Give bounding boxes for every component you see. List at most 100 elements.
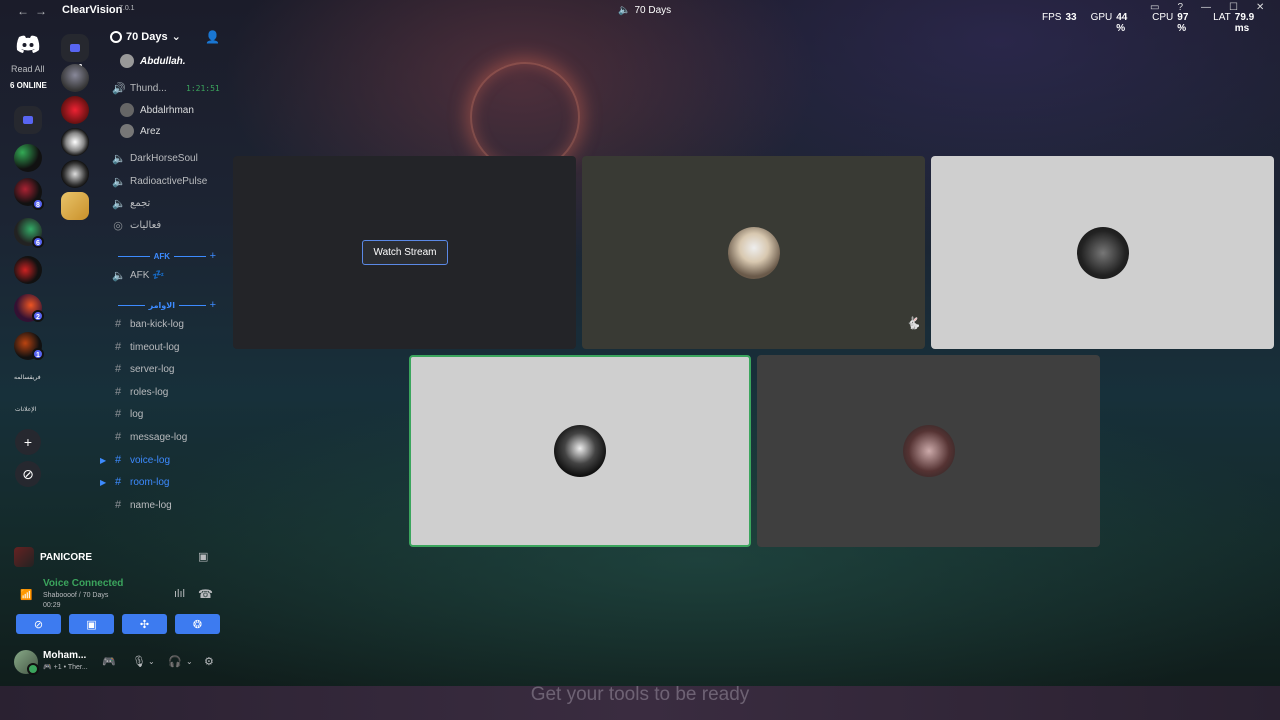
gamepad-icon[interactable]: 🎮 [102, 655, 116, 668]
avatar [120, 54, 134, 68]
camera-off-button[interactable]: ⊘ [16, 614, 61, 634]
server-folder-column-2[interactable] [61, 34, 89, 62]
text-channel-unread[interactable]: ▶ # room-log [100, 473, 170, 491]
avatar[interactable] [14, 650, 39, 675]
voice-user[interactable]: Abdalrhman [120, 101, 194, 119]
soundboard-button[interactable]: ❂ [175, 614, 220, 634]
gpu-value: 44 % [1116, 12, 1128, 34]
activities-button[interactable]: ✣ [122, 614, 167, 634]
add-channel-icon[interactable]: + [210, 299, 216, 311]
participant-tile[interactable] [931, 156, 1274, 349]
channel-name: voice-log [130, 454, 171, 466]
speaker-icon: 🔈 [112, 175, 126, 188]
text-channel-unread[interactable]: ▶ # voice-log [100, 451, 171, 469]
back-arrow-icon[interactable]: ← [16, 4, 30, 18]
participant-tile[interactable] [582, 156, 925, 349]
fps-value: 33 [1065, 12, 1077, 23]
help-icon[interactable]: ? [1177, 2, 1183, 13]
server-icon[interactable] [61, 160, 89, 188]
unread-indicator-icon: ▶ [100, 455, 107, 465]
close-icon[interactable]: ✕ [1256, 2, 1264, 13]
voice-user-name: Abdalrhman [140, 104, 194, 116]
headphones-icon[interactable]: 🎧 [168, 655, 182, 668]
server-label-a[interactable]: فريقسالمه [14, 374, 41, 381]
text-channel[interactable]: # server-log [112, 360, 175, 378]
chevron-down-icon[interactable]: ⌄ [186, 657, 193, 666]
performance-stats: FPS 33 GPU 44 % CPU 97 % LAT 79.9 ms [1042, 12, 1280, 34]
activity-panel[interactable]: PANICORE ▣ [14, 544, 214, 570]
participant-tile-speaking[interactable] [409, 355, 751, 547]
chevron-down-icon[interactable]: ⌄ [148, 657, 155, 666]
category-afk[interactable]: AFK + [114, 249, 216, 263]
channel-name: roles-log [130, 386, 169, 398]
hash-icon: # [114, 341, 122, 353]
discord-logo-icon[interactable] [15, 34, 41, 54]
voice-channel[interactable]: 🔈 RadioactivePulse [112, 172, 207, 190]
channel-name: RadioactivePulse [130, 175, 208, 187]
signal-icon[interactable]: 📶 [20, 590, 34, 604]
forward-arrow-icon[interactable]: → [34, 4, 48, 18]
server-label-b[interactable]: الإعلانات [15, 406, 36, 413]
server-boost-icon [110, 30, 122, 43]
text-channel[interactable]: # roles-log [112, 383, 168, 401]
participant-tile[interactable] [757, 355, 1100, 547]
stage-channel[interactable]: ◎ فعاليات [112, 216, 161, 234]
divider [118, 255, 150, 257]
title-bar: ← → ClearVision 7.0.1 🔈 70 Days FPS 33 G… [0, 0, 1280, 34]
channel-name: DarkHorseSoul [130, 152, 198, 164]
channel-name: message-log [130, 431, 188, 443]
video-caption: Get your tools to be ready [530, 684, 750, 705]
voice-channel[interactable]: 🔈 AFK 💤 [112, 266, 165, 284]
voice-connection-panel: 📶 Voice Connected Shaboooof / 70 Days 00… [14, 576, 214, 612]
speaker-icon: 🔊 [112, 82, 126, 95]
divider [174, 255, 206, 257]
microphone-icon[interactable]: 🎙 [132, 655, 146, 668]
avatar [902, 425, 955, 477]
folder-icon [70, 44, 80, 52]
server-icon[interactable] [61, 192, 89, 220]
voice-channel[interactable]: 🔊 Thund... [112, 79, 167, 97]
server-folder-2[interactable] [14, 144, 42, 172]
category-name: AFK [153, 251, 171, 261]
text-channel[interactable]: # name-log [112, 496, 172, 514]
text-channel[interactable]: # message-log [112, 428, 187, 446]
text-channel[interactable]: # ban-kick-log [112, 315, 184, 333]
speaker-icon: 🔈 [618, 5, 631, 16]
voice-user[interactable]: Arez [120, 122, 161, 140]
lat-label: LAT [1213, 12, 1231, 23]
game-thumbnail [14, 547, 34, 567]
server-folder-1[interactable] [14, 106, 42, 134]
add-server-button[interactable]: + [15, 429, 41, 455]
maximize-icon[interactable]: ☐ [1229, 2, 1238, 13]
channel-name: room-log [130, 476, 170, 488]
gear-icon[interactable]: ⚙ [204, 655, 214, 668]
user-panel[interactable]: Moham... 🎮 +1 • Ther... 🎮 🎙 ⌄ 🎧 ⌄ ⚙ [14, 648, 228, 676]
voice-location[interactable]: Shaboooof / 70 Days [43, 592, 108, 599]
read-all-link[interactable]: Read All [11, 64, 45, 74]
noise-suppression-icon[interactable]: ılıl [174, 588, 185, 600]
server-folder-5[interactable] [14, 256, 42, 284]
text-channel[interactable]: # log [112, 405, 143, 423]
watch-stream-button[interactable]: Watch Stream [362, 240, 448, 265]
chevron-down-icon: ⌄ [171, 31, 181, 43]
category-commands[interactable]: الاوامر + [114, 298, 216, 312]
screen-share-icon[interactable]: ▣ [198, 550, 208, 563]
server-icon[interactable] [61, 64, 89, 92]
explore-servers-icon[interactable]: ⊘ [15, 461, 41, 487]
voice-status[interactable]: Voice Connected [43, 578, 123, 589]
server-icon[interactable] [61, 96, 89, 124]
server-header[interactable]: 70 Days ⌄ [110, 30, 181, 43]
disconnect-icon[interactable]: ☎ [198, 587, 213, 601]
minimize-icon[interactable]: — [1201, 2, 1211, 13]
add-channel-icon[interactable]: + [210, 250, 216, 262]
voice-channel[interactable]: 🔈 DarkHorseSoul [112, 149, 198, 167]
inbox-icon[interactable]: ▭ [1150, 2, 1159, 13]
voice-user[interactable]: Abdullah. [120, 52, 186, 70]
divider [178, 304, 206, 306]
voice-channel[interactable]: 🔈 تجمع [112, 194, 150, 212]
share-screen-button[interactable]: ▣ [69, 614, 114, 634]
fps-label: FPS [1042, 12, 1062, 23]
invite-member-icon[interactable]: 👤 [205, 30, 220, 44]
server-icon[interactable] [61, 128, 89, 156]
text-channel[interactable]: # timeout-log [112, 338, 180, 356]
